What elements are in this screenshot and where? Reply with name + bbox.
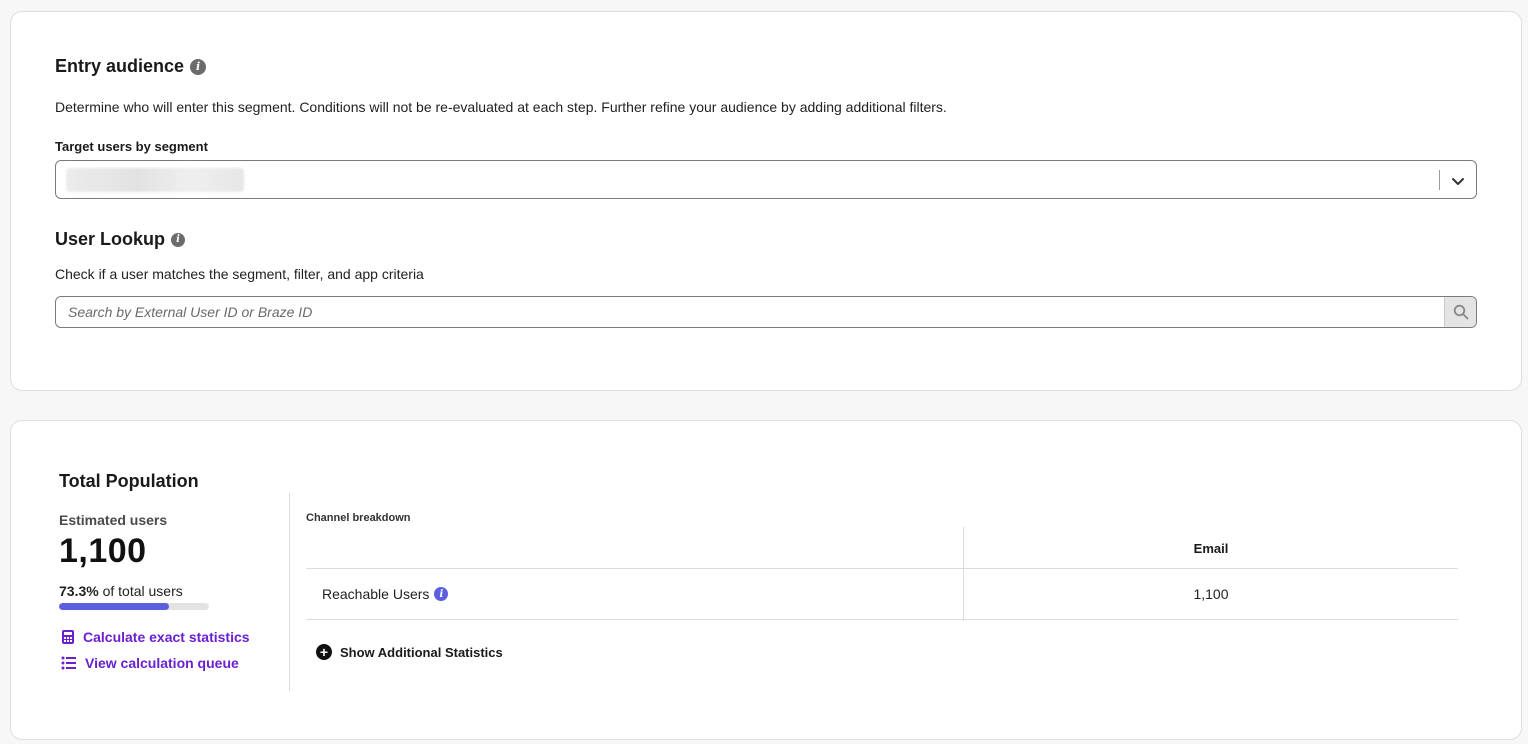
entry-audience-header: Entry audience i [55,56,207,77]
blurred-segment-value [66,168,244,192]
info-icon[interactable]: i [434,587,449,601]
user-lookup-title: User Lookup [55,229,166,249]
vertical-divider [289,493,290,691]
select-divider [1439,170,1440,190]
calculate-exact-statistics-label: Calculate exact statistics [83,629,250,645]
population-title: Total Population [59,471,199,491]
entry-audience-card: Entry audience i Determine who will ente… [10,11,1522,391]
info-icon[interactable]: i [190,58,207,75]
population-progress-fill [59,603,169,610]
entry-audience-description: Determine who will enter this segment. C… [55,99,947,115]
estimated-users-value: 1,100 [59,532,147,570]
view-calculation-queue-label: View calculation queue [85,655,239,671]
user-lookup-header: User Lookup i [55,229,186,250]
calculate-exact-statistics-link[interactable]: Calculate exact statistics [61,629,250,645]
reachable-users-cell: Reachable Users i [322,586,449,602]
total-population-card: Total Population Estimated users 1,100 7… [10,420,1522,740]
reachable-users-label: Reachable Users [322,586,430,602]
percent-value: 73.3% [59,583,99,599]
percent-of-total: 73.3% of total users [59,583,183,599]
estimated-users-label: Estimated users [59,512,168,528]
search-button[interactable] [1444,297,1476,327]
table-row: Reachable Users i 1,100 [306,569,1458,620]
list-icon [61,656,76,670]
table-header: Email [306,527,1458,569]
search-icon [1453,304,1468,320]
show-additional-statistics-label: Show Additional Statistics [340,644,503,660]
show-additional-statistics-button[interactable]: + Show Additional Statistics [316,644,503,660]
user-search-input[interactable] [56,297,1445,327]
population-progress-bar [59,603,209,610]
view-calculation-queue-link[interactable]: View calculation queue [61,655,239,671]
calculator-icon [62,630,74,644]
column-header-email: Email [1193,541,1229,556]
segment-select[interactable] [55,160,1477,199]
channel-breakdown-title: Channel breakdown [306,512,411,524]
channel-breakdown-table: Email Reachable Users i 1,100 [306,527,1458,621]
entry-audience-title: Entry audience [55,56,185,76]
info-icon[interactable]: i [171,232,186,247]
chevron-down-icon[interactable] [1450,173,1466,189]
reachable-users-email-value: 1,100 [1193,586,1229,602]
target-users-label: Target users by segment [55,139,208,154]
percent-suffix: of total users [102,583,183,599]
user-search-box [55,296,1477,328]
user-lookup-description: Check if a user matches the segment, fil… [55,266,424,282]
plus-circle-icon: + [316,644,332,660]
